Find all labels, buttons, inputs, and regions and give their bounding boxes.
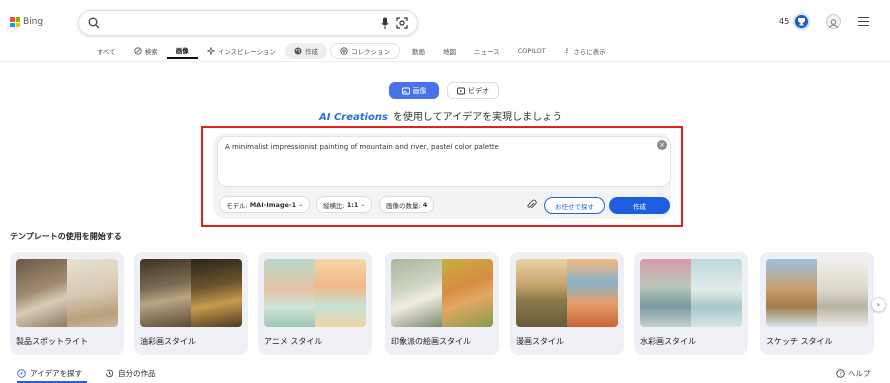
menu-icon[interactable] — [858, 17, 869, 29]
attach-icon[interactable] — [526, 199, 537, 210]
logo-text: Bing — [23, 17, 44, 27]
image-icon — [401, 87, 410, 94]
copilot-search-icon — [134, 47, 142, 55]
help-icon: ? — [836, 369, 845, 378]
template-label: 印象派の絵画スタイル — [391, 337, 471, 346]
tab-more[interactable]: ⋮ さらに表示 — [555, 43, 615, 59]
palette-icon — [294, 47, 302, 55]
template-card[interactable]: 水彩画スタイル — [634, 252, 748, 355]
template-thumbnail — [391, 259, 493, 327]
clear-icon[interactable]: × — [657, 140, 667, 150]
tab-search[interactable]: 検索 — [125, 43, 167, 59]
template-card[interactable]: 製品スポットライト — [10, 252, 124, 355]
tab-create[interactable]: 作成 — [285, 43, 328, 59]
profile-avatar[interactable] — [826, 14, 841, 29]
template-thumbnail — [264, 259, 366, 327]
model-select[interactable]: モデル: MAI-Image-1 ⌄ — [219, 196, 311, 213]
tab-maps[interactable]: 地図 — [434, 43, 465, 59]
template-card[interactable]: スケッチ スタイル — [760, 252, 874, 355]
bing-logo[interactable]: Bing — [10, 17, 43, 27]
templates-heading: テンプレートの使用を開始する — [10, 232, 122, 241]
tab-explore-ideas[interactable]: アイデアを探す — [17, 368, 82, 379]
history-icon — [105, 369, 114, 378]
video-mode-button[interactable]: ビデオ — [447, 82, 499, 99]
tab-copilot[interactable]: COPILOT — [509, 43, 555, 59]
brand-name: AI Creations — [319, 112, 388, 123]
page-tagline: AI Creations を使用してアイデアを実現しましょう — [319, 108, 562, 123]
search-icon — [88, 17, 100, 29]
template-card[interactable]: 油彩画スタイル — [134, 252, 248, 355]
rewards-trophy-icon — [793, 13, 811, 30]
create-button[interactable]: 作成 — [609, 197, 670, 214]
template-label: 水彩画スタイル — [640, 337, 696, 346]
tagline-text: を使用してアイデアを実現しましょう — [392, 112, 563, 123]
image-mode-button[interactable]: 画像 — [389, 82, 439, 99]
visual-search-icon[interactable] — [396, 17, 408, 29]
tab-inspiration[interactable]: インスピレーション — [198, 43, 285, 59]
sparkle-icon — [206, 47, 215, 55]
template-label: アニメ スタイル — [264, 337, 323, 346]
more-icon: ⋮ — [563, 47, 571, 55]
search-input[interactable] — [78, 10, 418, 36]
image-count-select[interactable]: 画像の数量: 4 — [379, 196, 435, 213]
tab-news[interactable]: ニュース — [465, 43, 509, 59]
user-icon — [829, 19, 838, 29]
rewards-count: 45 — [779, 17, 790, 26]
aspect-ratio-select[interactable]: 縦横比: 1:1 ⌄ — [316, 196, 373, 213]
svg-text:?: ? — [839, 372, 842, 378]
microphone-icon[interactable] — [381, 17, 389, 30]
template-thumbnail — [766, 259, 868, 327]
prompt-text: A minimalist impressionist painting of m… — [225, 143, 499, 151]
template-label: 漫画スタイル — [516, 337, 564, 346]
compass-icon — [17, 369, 26, 378]
template-thumbnail — [640, 259, 742, 327]
tab-collections[interactable]: コレクション — [330, 43, 401, 59]
template-thumbnail — [516, 259, 618, 327]
tab-my-creations[interactable]: 自分の作品 — [105, 368, 156, 379]
nav-tabs: すべて 検索 画像 インスピレーション 作成 コレクション 動画 地図 ニュース… — [88, 42, 615, 60]
header-divider — [0, 61, 890, 62]
template-label: 油彩画スタイル — [140, 337, 196, 346]
tab-videos[interactable]: 動画 — [403, 43, 434, 59]
chevron-down-icon: ⌄ — [298, 201, 304, 208]
help-button[interactable]: ? ヘルプ — [836, 368, 871, 379]
template-thumbnail — [16, 259, 118, 327]
template-label: スケッチ スタイル — [766, 337, 833, 346]
microsoft-logo-icon — [10, 17, 20, 27]
tab-all[interactable]: すべて — [88, 43, 125, 59]
bing-image-creator-page: Bing 45 すべて 検索 画像 インスピレーション 作成 コレクション 動画… — [0, 0, 890, 383]
template-card[interactable]: 漫画スタイル — [510, 252, 624, 355]
template-card[interactable]: アニメ スタイル — [258, 252, 372, 355]
video-icon — [457, 87, 465, 94]
template-thumbnail — [140, 259, 242, 327]
rewards-button[interactable]: 45 — [779, 13, 811, 30]
chevron-right-icon[interactable]: › — [871, 297, 886, 312]
surprise-me-button[interactable]: お任せで探す — [544, 197, 605, 214]
collection-icon — [340, 47, 348, 55]
template-card[interactable]: 印象派の絵画スタイル — [385, 252, 499, 355]
chevron-down-icon: ⌄ — [360, 201, 366, 208]
template-label: 製品スポットライト — [16, 337, 88, 346]
tab-images[interactable]: 画像 — [166, 43, 198, 59]
